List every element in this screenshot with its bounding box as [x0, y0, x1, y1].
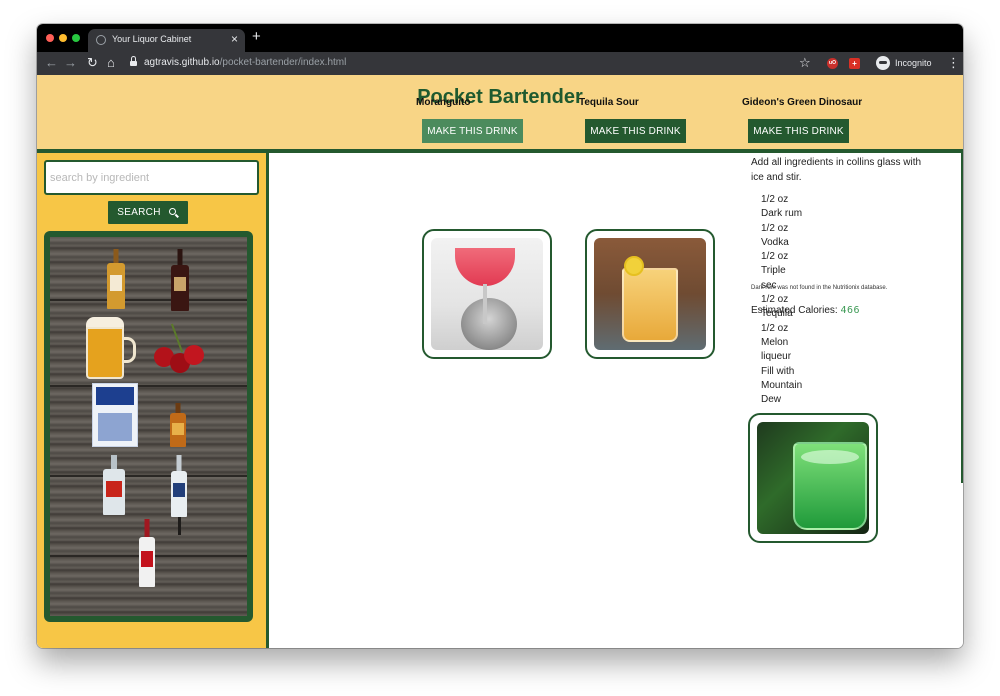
minimize-window-icon[interactable]	[59, 34, 67, 42]
drink-instructions: Add all ingredients in collins glass wit…	[751, 157, 922, 183]
vodka-bottle[interactable]	[171, 455, 187, 517]
make-this-drink-button[interactable]: MAKE THIS DRINK	[748, 119, 849, 143]
drink-photo-frame[interactable]	[422, 229, 552, 359]
lock-icon[interactable]	[130, 56, 137, 66]
bookmark-star-icon[interactable]: ☆	[799, 55, 811, 71]
ingredient-item: 1/2 oz Vodka	[761, 222, 789, 248]
liquor-cabinet-shelf	[44, 231, 253, 622]
ingredient-item: 1/2 oz Dark rum	[761, 194, 803, 220]
drink-name: Moranguito	[416, 97, 471, 108]
make-this-drink-button[interactable]: MAKE THIS DRINK	[585, 119, 686, 143]
estimated-calories: Estimated Calories: 466	[751, 305, 860, 316]
ingredient-item: 1/2 oz Melon liqueur	[761, 322, 792, 363]
browser-menu-icon[interactable]: ⋮	[947, 55, 960, 71]
reload-icon[interactable]: ↻	[87, 55, 98, 71]
ingredient-item: Fill with Mountain Dew	[761, 365, 803, 406]
green-dinosaur-photo	[757, 422, 869, 534]
incognito-label[interactable]: Incognito	[895, 58, 932, 68]
maximize-window-icon[interactable]	[72, 34, 80, 42]
close-tab-icon[interactable]: ×	[231, 32, 238, 46]
wood-plank-seam	[50, 475, 247, 477]
nutrition-note: Dark rum was not found in the Nutritioni…	[751, 285, 888, 291]
ublock-extension-icon[interactable]: uO	[827, 58, 838, 69]
extension-icon[interactable]: +	[849, 58, 860, 69]
tequila-sour-photo	[594, 238, 706, 350]
cherries[interactable]	[154, 323, 206, 373]
beer-mug[interactable]	[86, 317, 136, 379]
sidebar-divider	[266, 153, 269, 648]
tequila-bottle[interactable]	[103, 455, 125, 515]
incognito-icon[interactable]	[876, 56, 890, 70]
moranguito-photo	[431, 238, 543, 350]
drink-name: Tequila Sour	[579, 97, 639, 108]
globe-icon	[96, 35, 106, 45]
dark-rum-bottle[interactable]	[171, 249, 189, 311]
calories-value: 466	[840, 305, 861, 316]
address-bar[interactable]: agtravis.github.io/pocket-bartender/inde…	[144, 57, 346, 68]
ingredient-search-input[interactable]	[44, 160, 259, 195]
browser-toolbar: ← → ↻ ⌂ agtravis.github.io/pocket-barten…	[37, 52, 963, 75]
drink-photo-frame[interactable]	[748, 413, 878, 543]
ingredient-list: 1/2 oz Dark rum 1/2 oz Vodka 1/2 oz Trip…	[761, 193, 802, 407]
url-path: /pocket-bartender/index.html	[219, 57, 347, 68]
make-this-drink-button[interactable]: MAKE THIS DRINK	[422, 119, 523, 143]
new-tab-icon[interactable]: +	[252, 29, 261, 45]
home-icon[interactable]: ⌂	[107, 55, 115, 71]
back-arrow-icon[interactable]: ←	[45, 55, 58, 71]
browser-window: Your Liquor Cabinet × + ← → ↻ ⌂ agtravis…	[37, 24, 963, 648]
url-host: agtravis.github.io	[144, 57, 220, 68]
calories-label: Estimated Calories:	[751, 305, 838, 316]
search-icon	[168, 207, 179, 218]
page-viewport: Pocket Bartender SEARCH	[37, 75, 963, 648]
red-vodka-bottle[interactable]	[139, 519, 155, 587]
sugar-box[interactable]	[92, 383, 138, 447]
tab-strip: Your Liquor Cabinet × +	[37, 24, 963, 52]
wood-plank-seam	[50, 299, 247, 301]
content-right-border	[961, 153, 963, 483]
wood-plank-seam	[50, 385, 247, 387]
whisky-bottle[interactable]	[107, 249, 125, 309]
browser-tab[interactable]: Your Liquor Cabinet ×	[88, 29, 245, 52]
liquor-cabinet-sidebar: SEARCH	[37, 153, 266, 648]
wood-background	[50, 237, 247, 616]
drink-photo-frame[interactable]	[585, 229, 715, 359]
close-window-icon[interactable]	[46, 34, 54, 42]
search-button-label: SEARCH	[117, 207, 161, 218]
tab-title: Your Liquor Cabinet	[112, 34, 192, 44]
drink-name: Gideon's Green Dinosaur	[742, 97, 863, 108]
liqueur-bottle[interactable]	[170, 403, 186, 447]
forward-arrow-icon[interactable]: →	[64, 55, 77, 71]
search-button[interactable]: SEARCH	[108, 201, 188, 224]
